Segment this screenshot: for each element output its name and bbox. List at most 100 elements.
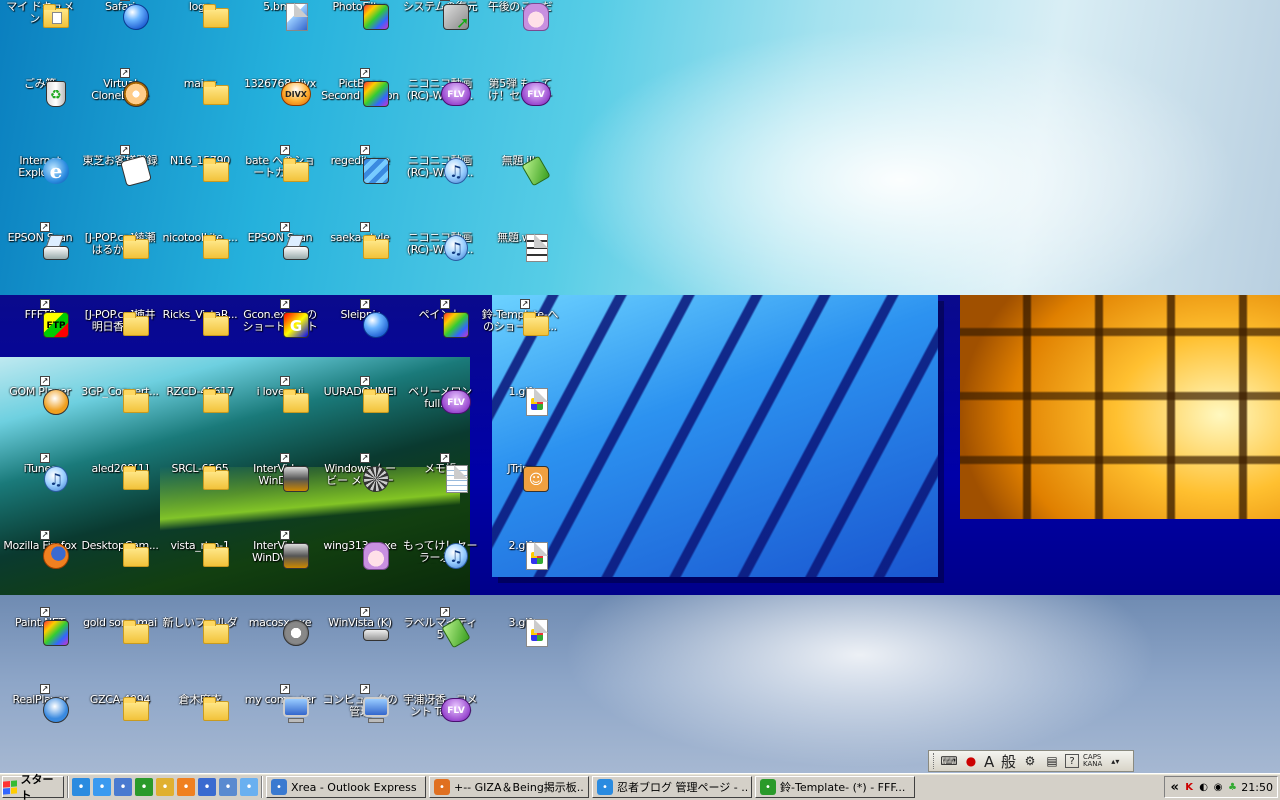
desktop-icon[interactable]: G ↗ Gcon.exe へのショートカット (240, 299, 320, 385)
desktop-icon[interactable]: e Internet Explorer (0, 155, 80, 231)
desktop-icon[interactable]: 3GP_Convert... (80, 386, 160, 462)
ime-mode-indicator[interactable]: A 般 (984, 752, 1017, 771)
desktop-icon[interactable]: ↗ PictBear Second Edition (320, 68, 400, 154)
desktop-icon[interactable]: ↗PhotoFiltre (320, 0, 400, 77)
desktop-icon[interactable]: [J-POP.cn]綾瀬はるか(Ay... (80, 232, 160, 308)
ime-tools-icon[interactable]: ⚙ (1021, 752, 1039, 770)
desktop-icon[interactable]: FLV ニコニコ動画(RC)-Winny... (400, 78, 480, 154)
desktop-icon[interactable]: ↗ i love yui (240, 376, 320, 462)
desktop-icon[interactable]: ♻ ごみ箱 (0, 78, 80, 154)
desktop-icon[interactable]: logo (160, 1, 240, 77)
desktop-icon[interactable]: mai rc (160, 78, 240, 154)
desktop-icon[interactable]: ♫ ↗ iTunes (0, 453, 80, 539)
language-bar-options-icon[interactable]: ▴▾ (1106, 752, 1124, 770)
ime-icon[interactable]: ● (962, 752, 980, 770)
language-bar[interactable]: ⌨ ● A 般 ⚙ ▤ ? CAPS KANA ▴▾ (928, 750, 1134, 772)
desktop-icon[interactable]: ↗ EPSON Scan (240, 222, 320, 308)
desktop-icon[interactable]: ↗ メモ帳 (400, 453, 480, 539)
tray-expand-chevron-icon[interactable]: « (1169, 780, 1180, 795)
desktop-icon[interactable]: FLV ベリーメロン full.flv (400, 386, 480, 462)
desktop-icon[interactable]: ↗ WinVista (K) (320, 607, 400, 693)
desktop-icon[interactable]: ↗ 鈴-Template-へのショートカ... (480, 299, 560, 385)
desktop-icon[interactable]: Ricks_VistaR... (160, 309, 240, 385)
desktop-icon[interactable]: ♫ ニコニコ動画(RC)-Winny... (400, 232, 480, 308)
desktop-icon[interactable]: ↗ EPSON Scan (0, 222, 80, 308)
start-button[interactable]: スタート (2, 773, 64, 800)
desktop-icon[interactable]: 無題.jlb (480, 155, 560, 231)
taskbar-button[interactable]: • Xrea - Outlook Express (266, 776, 426, 798)
network-tray-icon[interactable]: ◐ (1198, 780, 1209, 794)
desktop-icon[interactable]: FTP ↗ FFFTP (0, 299, 80, 385)
desktop-icon[interactable]: gold song mai (80, 617, 160, 693)
desktop-icon[interactable]: ↗ UURADOUMEI (320, 376, 400, 462)
desktop-icon[interactable]: vista_rtm-1 (160, 540, 240, 616)
desktop-icon[interactable]: ↗ Paint.NET (0, 607, 80, 693)
taskbar-clock[interactable]: 21:50 (1241, 781, 1273, 794)
desktop-icon[interactable]: ↗ bate へのショートカット (240, 145, 320, 231)
desktop-icon[interactable]: DIVX 1326768.divx (240, 78, 320, 154)
desktop-icon[interactable]: FLV第5弾 もってけ！セーラーふ... (480, 78, 560, 154)
quick-launch-outlook-express-icon[interactable]: • (114, 778, 132, 796)
desktop-icon[interactable]: ↗ GOM Player (0, 376, 80, 462)
desktop-icon[interactable]: 午後のこ～だ (480, 1, 560, 77)
keyboard-icon[interactable]: ⌨ (940, 752, 958, 770)
desktop-icon[interactable]: マイ ドキュメント (0, 1, 80, 77)
quick-launch-itunes-icon[interactable]: • (240, 778, 258, 796)
desktop-icon[interactable]: macosx.exe (240, 617, 320, 693)
desktop-icon[interactable]: 新しいフォルダ (160, 617, 240, 693)
desktop-icon[interactable]: 無題.wcp (480, 232, 560, 308)
desktop-icon[interactable]: ☺ JTrim (480, 463, 560, 539)
desktop-icon[interactable]: wing313a.exe (320, 540, 400, 616)
quick-launch-firefox-icon[interactable]: • (177, 778, 195, 796)
desktop-icon[interactable]: 2.gif (480, 540, 560, 616)
desktop-icon[interactable]: ➚↗システムの復元 (400, 0, 480, 77)
desktop-icon[interactable]: ↗ Mozilla Firefox (0, 530, 80, 616)
desktop-icon-label: メモ帳 (423, 463, 457, 475)
desktop-icon[interactable]: ↗ Sleipnir (320, 299, 400, 385)
desktop-icon[interactable]: ♫ ニコニコ動画(RC)-Winny... (400, 155, 480, 231)
desktop-icon[interactable]: ↗ Virtual CloneDrive (80, 68, 160, 154)
desktop-icon[interactable]: GZCA-4094 (80, 694, 160, 770)
desktop-icon[interactable]: RZCD-45617 (160, 386, 240, 462)
desktop-icon[interactable]: 5.bmp (240, 1, 320, 77)
taskbar-button[interactable]: • +-- GIZA＆Being掲示板... (429, 776, 589, 798)
desktop-icon[interactable]: ↗ my computer (240, 684, 320, 770)
desktop-icon[interactable]: ↗ Windows ムービー メーカー (320, 453, 400, 539)
desktop-icon[interactable]: N16_15790 (160, 155, 240, 231)
desktop-icon[interactable]: DesktopCam... (80, 540, 160, 616)
quick-launch-internet-explorer-icon[interactable]: • (72, 778, 90, 796)
desktop-icon[interactable]: ↗ コンピュータの管理 (320, 684, 400, 770)
desktop-icon[interactable]: ↗ ペイント (400, 299, 480, 385)
desktop-icon[interactable]: ↗Safari (80, 0, 160, 77)
ime-pad-icon[interactable]: ▤ (1043, 752, 1061, 770)
desktop-icon[interactable]: aled208[1] (80, 463, 160, 539)
desktop-icon[interactable]: ↗ RealPlayer (0, 684, 80, 770)
desktop-icon[interactable]: ↗ saeka-style (320, 222, 400, 308)
desktop-icon[interactable]: FLV 宇浦冴香 - コメント Talk.flv (400, 694, 480, 770)
desktop-icon[interactable]: ↗ InterVideo WinDVD (240, 453, 320, 539)
help-icon[interactable]: ? (1065, 754, 1080, 768)
language-bar-grip[interactable] (933, 753, 936, 769)
quick-launch-explorer-icon[interactable]: • (198, 778, 216, 796)
desktop-icon[interactable]: [J-POP.cn]楠井明日香(Hi... (80, 309, 160, 385)
desktop-icon[interactable]: 1.gif (480, 386, 560, 462)
desktop-icon[interactable]: 倉木麻衣 (160, 694, 240, 770)
desktop-icon[interactable]: ↗ 東芝お客様登録 (80, 145, 160, 231)
quick-launch-ie-icon[interactable]: • (93, 778, 111, 796)
taskbar-button[interactable]: • 忍者ブログ 管理ページ - ... (592, 776, 752, 798)
taskbar-button[interactable]: • 鈴-Template- (*) - FFF... (755, 776, 915, 798)
shortcut-arrow-icon: ↗ (120, 0, 130, 1)
quick-launch-outlook-icon[interactable]: • (219, 778, 237, 796)
volume-tray-icon[interactable]: ◉ (1212, 780, 1223, 794)
desktop-icon[interactable]: 3.gif (480, 617, 560, 693)
antivirus-tray-icon[interactable]: K (1183, 780, 1194, 794)
quick-launch-ffftp-icon[interactable]: • (135, 778, 153, 796)
desktop-icon[interactable]: ↗ regedit.exe (320, 145, 400, 231)
desktop-icon[interactable]: ↗ InterVideo WinDVD ... (240, 530, 320, 616)
desktop-icon[interactable]: nicotoolLite_... (160, 232, 240, 308)
desktop-icon[interactable]: ↗ ラベルマイティ5 (400, 607, 480, 693)
desktop-icon[interactable]: ♫もってけ！セーラーふく Full.mp3 (400, 540, 480, 616)
desktop-icon[interactable]: SRCL-6565 (160, 463, 240, 539)
utility-tray-icon[interactable]: ♣ (1227, 780, 1238, 794)
quick-launch-folder-icon[interactable]: • (156, 778, 174, 796)
